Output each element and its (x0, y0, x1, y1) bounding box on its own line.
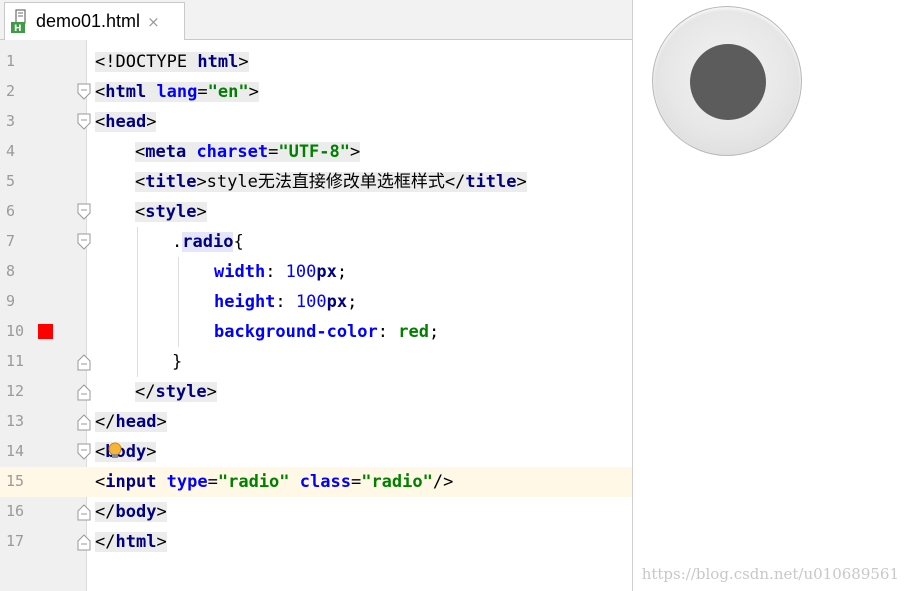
code-line-10[interactable]: 10 background-color: red; (0, 317, 632, 347)
fold-collapse-icon[interactable] (77, 203, 91, 221)
code-line-13[interactable]: 13 </head> (0, 407, 632, 437)
code-line-11[interactable]: 11} (0, 347, 632, 377)
line-number: 13 (6, 412, 25, 430)
line-number: 12 (6, 382, 25, 400)
fold-collapse-icon[interactable] (77, 443, 91, 461)
fold-collapse-icon[interactable] (77, 233, 91, 251)
watermark-url: https://blog.csdn.net/u010689561 (641, 565, 899, 583)
code-line-2[interactable]: 2 <html lang="en"> (0, 77, 632, 107)
code-text: <style> (135, 202, 207, 222)
line-number: 9 (6, 292, 16, 310)
line-number: 11 (6, 352, 25, 370)
line-number: 1 (6, 52, 16, 70)
code-line-15[interactable]: 15 <input type="radio" class="radio"/> (0, 467, 632, 497)
code-line-6[interactable]: 6 <style> (0, 197, 632, 227)
radio-button[interactable] (652, 6, 802, 156)
tab-demo01-html[interactable]: H demo01.html × (4, 2, 185, 40)
close-icon[interactable]: × (147, 13, 160, 31)
line-number: 17 (6, 532, 25, 550)
code-line-1[interactable]: 1 <!DOCTYPE html> (0, 47, 632, 77)
line-number: 3 (6, 112, 16, 130)
fold-collapse-icon[interactable] (77, 83, 91, 101)
code-text: } (172, 352, 183, 372)
radio-dot (690, 44, 766, 120)
code-text: </style> (135, 382, 217, 402)
svg-text:H: H (14, 24, 22, 34)
code-text: width: 100px; (214, 262, 348, 282)
browser-preview: https://blog.csdn.net/u010689561 (634, 0, 909, 591)
tab-label: demo01.html (36, 11, 141, 31)
code-text: </body> (95, 502, 167, 522)
code-line-12[interactable]: 12 </style> (0, 377, 632, 407)
line-number: 2 (6, 82, 16, 100)
code-text: height: 100px; (214, 292, 358, 312)
code-text: <html lang="en"> (95, 82, 259, 102)
line-number: 6 (6, 202, 16, 220)
line-number: 8 (6, 262, 16, 280)
editor-tab-bar: H demo01.html × (0, 0, 632, 40)
code-line-8[interactable]: 8 width: 100px; (0, 257, 632, 287)
code-editor[interactable]: H demo01.html × 1 <!DOCTYPE html> 2 <html l… (0, 0, 633, 591)
fold-end-icon[interactable] (77, 413, 91, 431)
code-text: </head> (95, 412, 167, 432)
code-line-16[interactable]: 16 </body> (0, 497, 632, 527)
lightbulb-icon[interactable] (108, 442, 122, 460)
line-number: 4 (6, 142, 16, 160)
fold-end-icon[interactable] (77, 533, 91, 551)
code-text: <title>style无法直接修改单选框样式</title> (135, 172, 527, 192)
code-text: .radio{ (172, 232, 244, 252)
line-number: 15 (6, 472, 25, 490)
code-text: <!DOCTYPE html> (95, 52, 249, 72)
code-text: <body> (95, 442, 157, 462)
code-lines: 1 <!DOCTYPE html> 2 <html lang="en"> 3 <head>… (0, 47, 632, 557)
fold-collapse-icon[interactable] (77, 113, 91, 131)
code-line-4[interactable]: 4 <meta charset="UTF-8"> (0, 137, 632, 167)
code-line-9[interactable]: 9 height: 100px; (0, 287, 632, 317)
breakpoint-marker-icon[interactable] (38, 324, 53, 339)
code-text: </html> (95, 532, 167, 552)
fold-end-icon[interactable] (77, 353, 91, 371)
line-number: 10 (6, 322, 25, 340)
code-line-17[interactable]: 17 </html> (0, 527, 632, 557)
code-line-7[interactable]: 7 .radio{ (0, 227, 632, 257)
code-line-3[interactable]: 3 <head> (0, 107, 632, 137)
code-line-5[interactable]: 5 <title>style无法直接修改单选框样式</title> (0, 167, 632, 197)
line-number: 14 (6, 442, 25, 460)
code-text: background-color: red; (214, 322, 440, 342)
fold-end-icon[interactable] (77, 383, 91, 401)
line-number: 5 (6, 172, 16, 190)
code-text: <head> (95, 112, 157, 132)
fold-end-icon[interactable] (77, 503, 91, 521)
html-file-icon: H (10, 8, 32, 35)
code-line-14[interactable]: 14 <body> (0, 437, 632, 467)
code-text: <input type="radio" class="radio"/> (95, 472, 454, 492)
code-text: <meta charset="UTF-8"> (135, 142, 361, 162)
line-number: 16 (6, 502, 25, 520)
line-number: 7 (6, 232, 16, 250)
